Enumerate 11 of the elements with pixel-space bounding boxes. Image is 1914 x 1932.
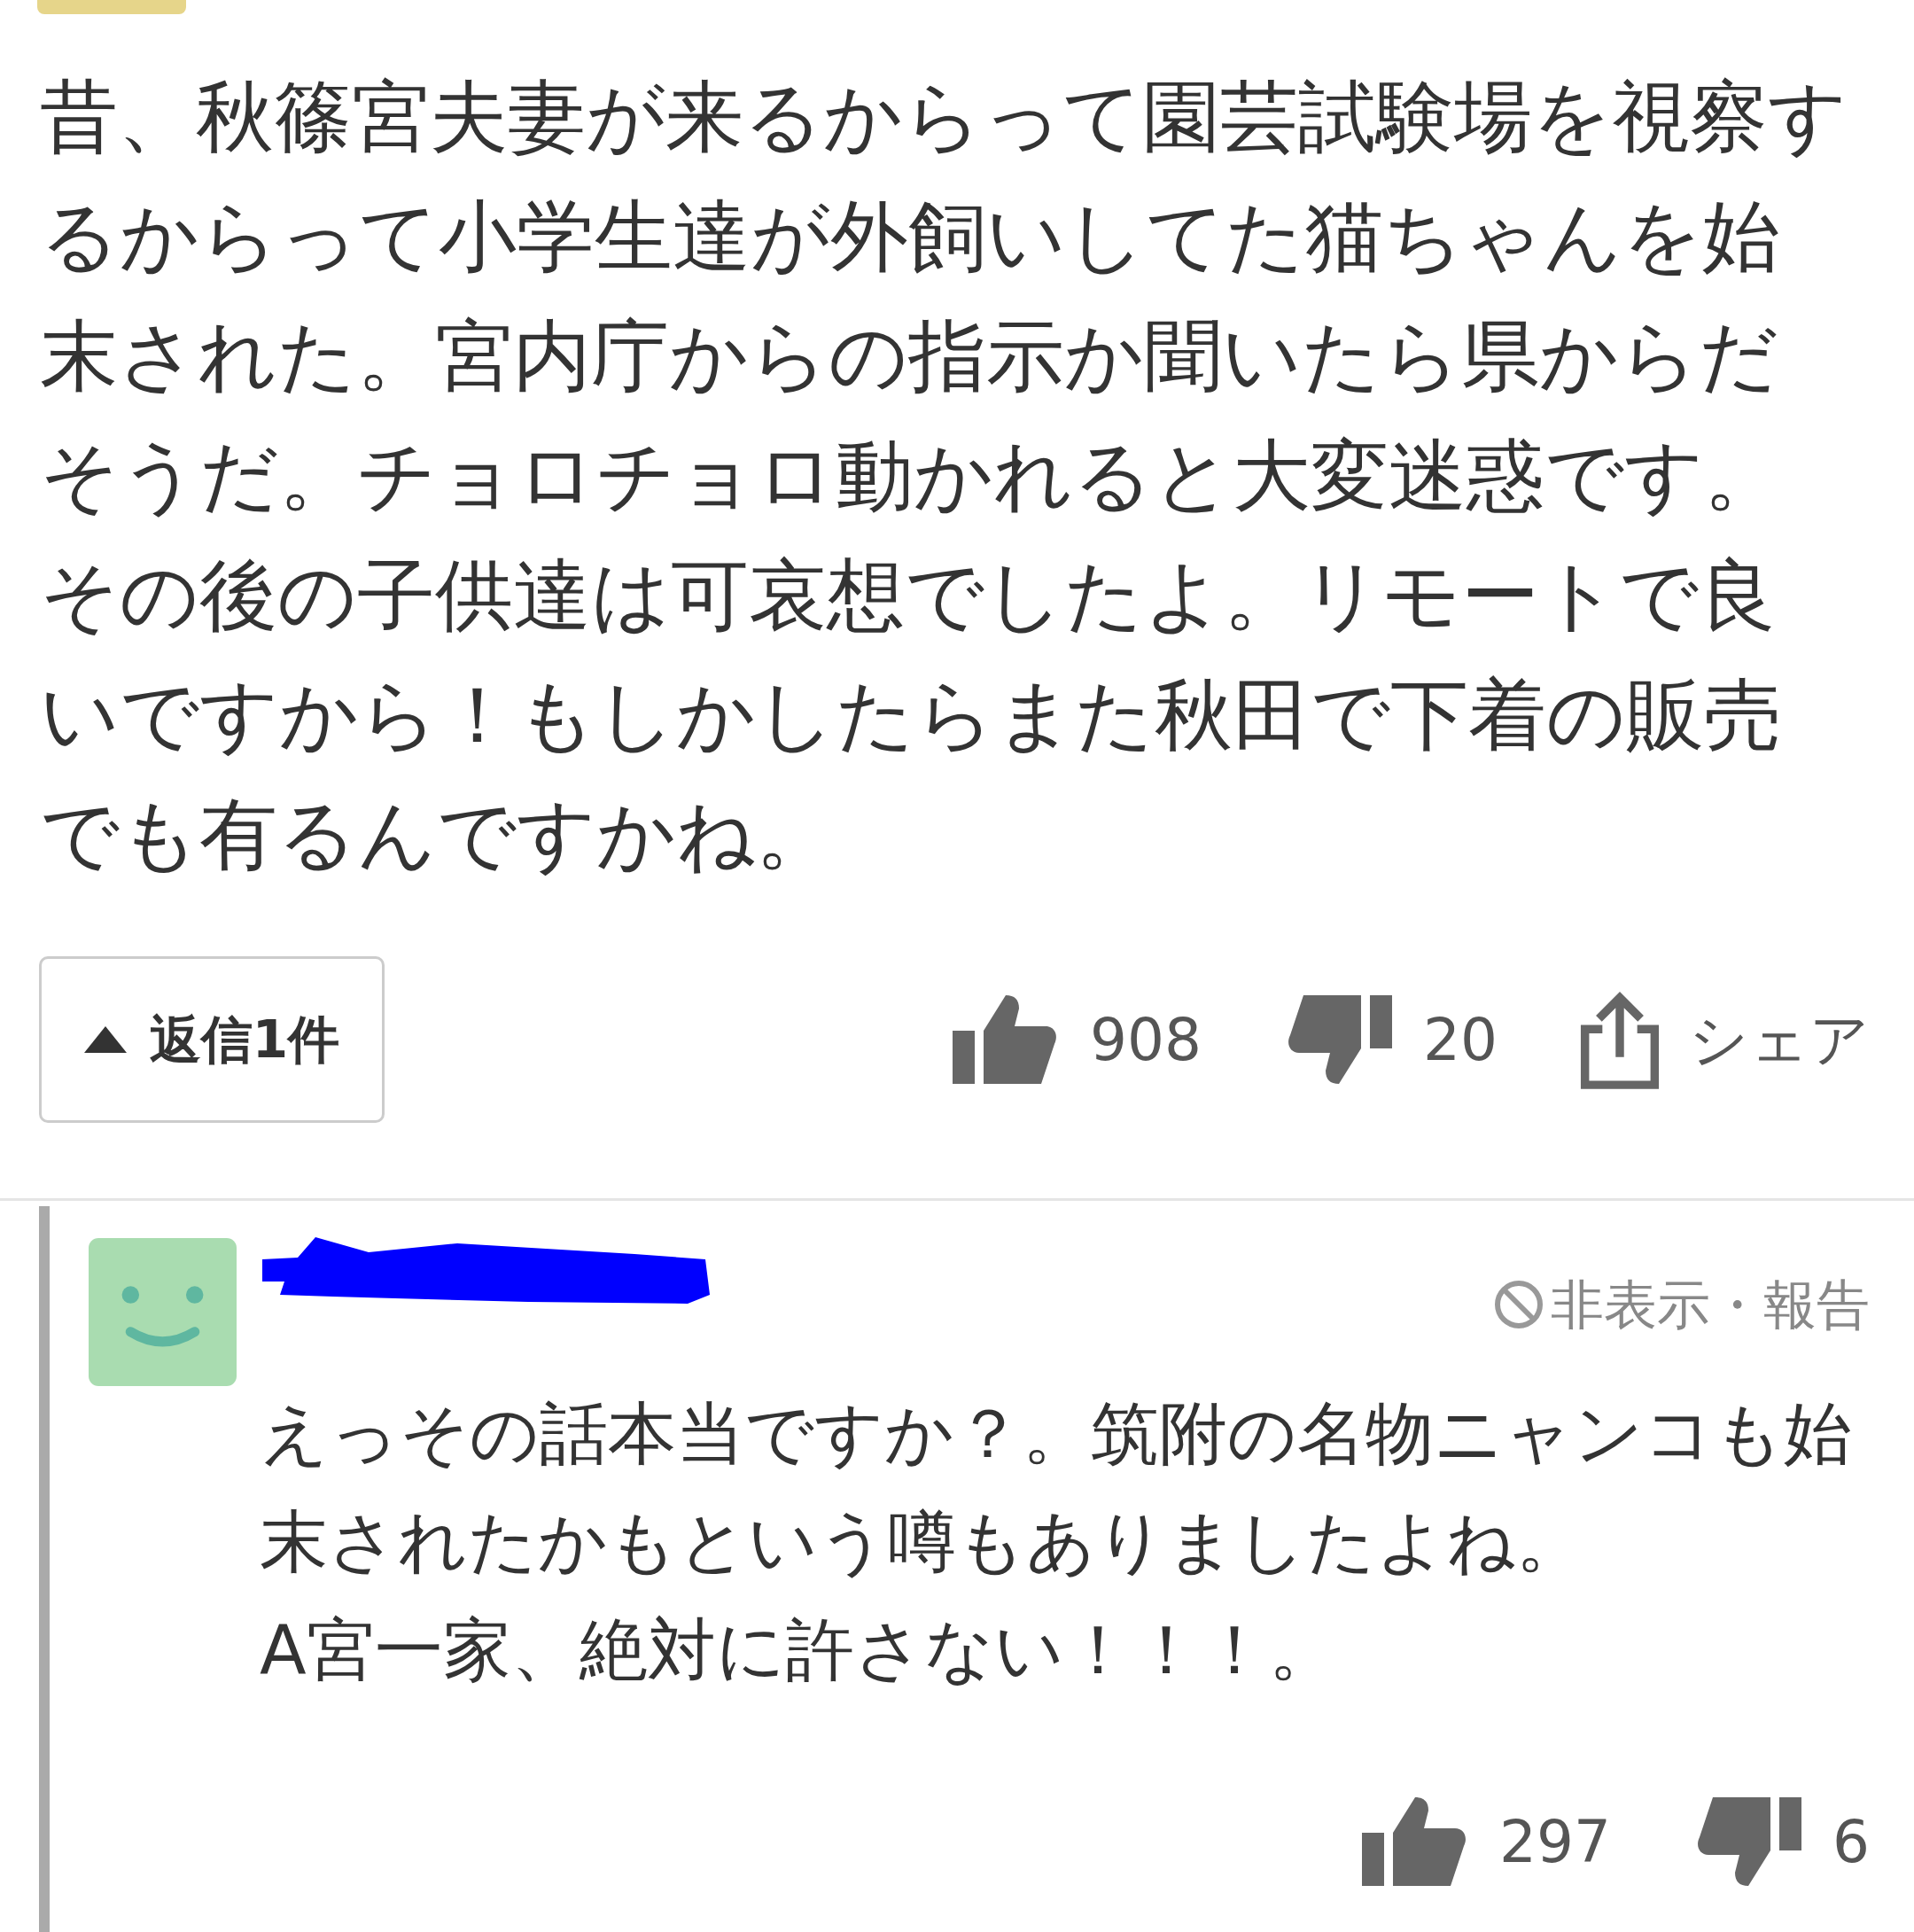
share-link[interactable]: シェア — [1689, 995, 1870, 1084]
like-count: 908 — [1090, 1004, 1202, 1076]
hide-report-link[interactable]: 非表示・報告 — [1492, 1265, 1870, 1344]
like-count: 297 — [1499, 1806, 1611, 1878]
dislike-count: 6 — [1832, 1806, 1870, 1878]
dislike-count: 20 — [1423, 1004, 1498, 1076]
reply-text: えっその話本当ですか？。筑附の名物ニャンコも始末されたかもという噂もありましたよね。 A宮一家、絶対に許さない！！！。 — [260, 1393, 1853, 1691]
triangle-icon — [83, 1026, 127, 1053]
ban-icon — [1492, 1278, 1545, 1331]
replies-toggle-button[interactable]: 返信1件 — [39, 956, 385, 1123]
comment-text: 昔、秋篠宮夫妻が来るからって園芸試験場を視察するからって小学生達が外飼いしてた猫ちゃんを始末された。宮内庁からの指示か聞いたら県からだそうだ。チョロチョロ動かれると大変迷惑です。その後の子供達は可哀想でしたよ。リモートで良いですから！もしかしたらまた秋田で下着の販売でも有るんですかね。 — [40, 70, 1848, 882]
